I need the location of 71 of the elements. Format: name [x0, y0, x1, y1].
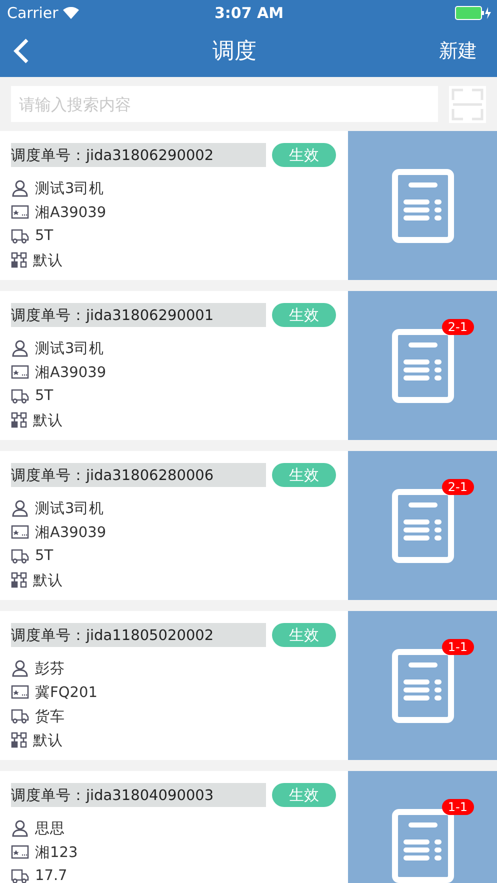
- route-name: 默认: [33, 732, 63, 750]
- id-card-icon: [11, 685, 29, 699]
- plate-number: 湘A39039: [35, 204, 106, 222]
- document-panel[interactable]: 2-1: [348, 291, 497, 440]
- battery-icon: [454, 6, 491, 20]
- page-title: 调度: [212, 38, 256, 66]
- truck-icon: [11, 868, 29, 883]
- truck-icon: [11, 708, 29, 724]
- person-icon: [11, 819, 29, 837]
- vehicle-type: 17.7: [35, 868, 68, 883]
- count-badge: 1-1: [442, 798, 474, 814]
- driver-name: 测试3司机: [35, 500, 104, 518]
- status-tag: 生效: [272, 143, 336, 167]
- vehicle-type: 5T: [35, 228, 54, 244]
- order-number: 调度单号：jida31806280006: [11, 463, 266, 487]
- wifi-icon: [63, 6, 80, 18]
- person-icon: [11, 659, 29, 677]
- plate-number: 湘A39039: [35, 364, 106, 382]
- order-card[interactable]: 调度单号：jida31806290002 生效 测试3司机 湘A39039 5T 默认: [0, 131, 497, 280]
- plate-number: 湘123: [35, 844, 78, 862]
- status-tag: 生效: [272, 783, 336, 807]
- status-tag: 生效: [272, 463, 336, 487]
- clock-time: 3:07 AM: [214, 4, 284, 22]
- count-badge: 2-1: [442, 318, 474, 334]
- document-panel[interactable]: 1-1: [348, 771, 497, 883]
- order-card[interactable]: 调度单号：jida31804090003 生效 思思 湘123 17.7 1-1: [0, 771, 497, 883]
- plate-number: 湘A39039: [35, 524, 106, 542]
- truck-icon: [11, 388, 29, 404]
- person-icon: [11, 339, 29, 357]
- count-badge: 1-1: [442, 638, 474, 654]
- driver-name: 测试3司机: [35, 340, 104, 358]
- new-button[interactable]: 新建: [439, 38, 477, 64]
- order-number: 调度单号：jida31804090003: [11, 783, 266, 807]
- person-icon: [11, 179, 29, 197]
- driver-name: 测试3司机: [35, 180, 104, 198]
- driver-name: 思思: [35, 820, 65, 838]
- order-card[interactable]: 调度单号：jida11805020002 生效 彭芬 冀FQ201 货车 默认 1-1: [0, 611, 497, 760]
- driver-name: 彭芬: [35, 660, 65, 678]
- order-number: 调度单号：jida31806290002: [11, 143, 266, 167]
- vehicle-type: 5T: [35, 388, 54, 404]
- count-badge: 2-1: [442, 478, 474, 494]
- status-tag: 生效: [272, 623, 336, 647]
- network-icon: [11, 572, 27, 588]
- id-card-icon: [11, 205, 29, 219]
- document-panel[interactable]: [348, 131, 497, 280]
- order-number: 调度单号：jida31806290001: [11, 303, 266, 327]
- network-icon: [11, 252, 27, 268]
- back-icon[interactable]: [12, 38, 30, 64]
- plate-number: 冀FQ201: [35, 684, 98, 702]
- route-name: 默认: [33, 412, 63, 430]
- route-name: 默认: [33, 572, 63, 590]
- person-icon: [11, 499, 29, 517]
- route-name: 默认: [33, 252, 63, 270]
- order-card[interactable]: 调度单号：jida31806280006 生效 测试3司机 湘A39039 5T 默认 2-1: [0, 451, 497, 600]
- vehicle-type: 5T: [35, 548, 54, 564]
- document-panel[interactable]: 2-1: [348, 451, 497, 600]
- order-number: 调度单号：jida11805020002: [11, 623, 266, 647]
- network-icon: [11, 412, 27, 428]
- scan-icon[interactable]: [449, 86, 486, 122]
- order-card[interactable]: 调度单号：jida31806290001 生效 测试3司机 湘A39039 5T 默认 2-1: [0, 291, 497, 440]
- truck-icon: [11, 228, 29, 244]
- truck-icon: [11, 548, 29, 564]
- id-card-icon: [11, 525, 29, 539]
- document-panel[interactable]: 1-1: [348, 611, 497, 760]
- document-icon: [392, 168, 454, 242]
- id-card-icon: [11, 365, 29, 379]
- status-tag: 生效: [272, 303, 336, 327]
- network-icon: [11, 732, 27, 748]
- carrier-name: Carrier: [7, 4, 58, 22]
- vehicle-type: 货车: [35, 708, 65, 726]
- id-card-icon: [11, 845, 29, 859]
